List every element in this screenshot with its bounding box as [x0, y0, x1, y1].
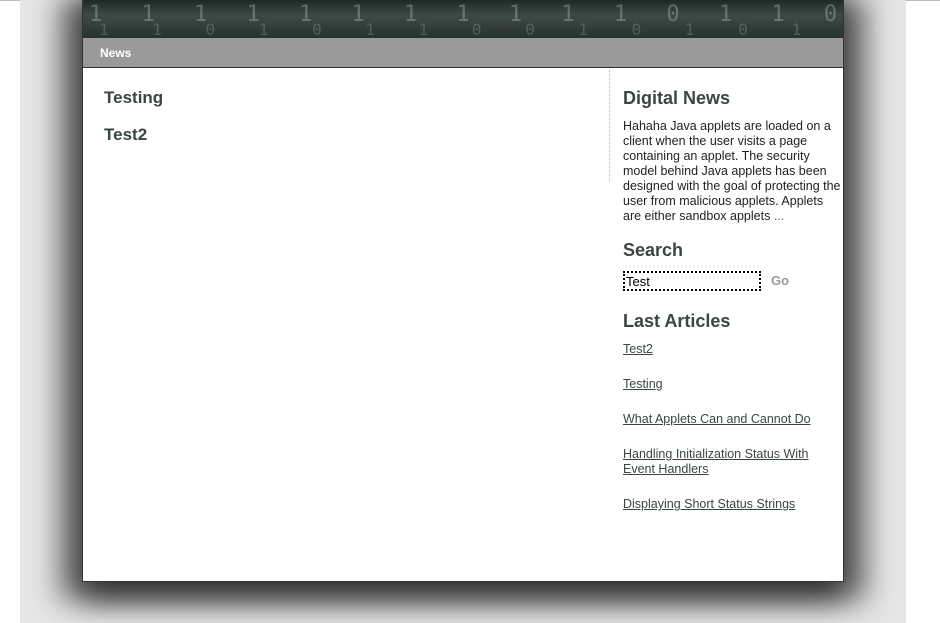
- digital-news-more[interactable]: ...: [774, 209, 784, 223]
- header-banner-image: 1 1 1 1 1 1 1 1 1 1 1 0 1 1 0 0 1 1 1 1 …: [83, 0, 843, 38]
- last-article-link[interactable]: Testing: [623, 377, 841, 392]
- sidebar: Digital News Hahaha Java applets are loa…: [623, 88, 841, 532]
- navigation-bar: News: [83, 38, 843, 68]
- banner-binary-pattern-secondary: 1 1 0 1 0 1 1 0 0 1 0 1 0 1 1 0 1: [99, 20, 843, 38]
- last-articles-list: Test2 Testing What Applets Can and Canno…: [623, 342, 841, 512]
- last-articles-heading: Last Articles: [623, 311, 731, 331]
- search-heading: Search: [623, 240, 684, 260]
- digital-news-body: Hahaha Java applets are loaded on a clie…: [623, 119, 841, 223]
- last-article-link[interactable]: Handling Initialization Status With Even…: [623, 447, 841, 477]
- search-form: Go: [623, 271, 841, 293]
- site-container: 1 1 1 1 1 1 1 1 1 1 1 0 1 1 0 0 1 1 1 1 …: [82, 0, 844, 582]
- column-divider: [609, 70, 610, 182]
- nav-item-news[interactable]: News: [100, 46, 131, 60]
- digital-news-text: Hahaha Java applets are loaded on a clie…: [623, 119, 841, 224]
- last-article-link[interactable]: Test2: [623, 342, 841, 357]
- article-title-test2[interactable]: Test2: [104, 125, 604, 145]
- search-go-button[interactable]: Go: [771, 273, 789, 288]
- main-content: Testing Test2: [104, 88, 604, 162]
- digital-news-heading: Digital News: [623, 88, 731, 108]
- last-article-link[interactable]: What Applets Can and Cannot Do: [623, 412, 841, 427]
- article-title-testing[interactable]: Testing: [104, 88, 604, 108]
- search-input[interactable]: [623, 271, 761, 291]
- last-article-link[interactable]: Displaying Short Status Strings: [623, 497, 841, 512]
